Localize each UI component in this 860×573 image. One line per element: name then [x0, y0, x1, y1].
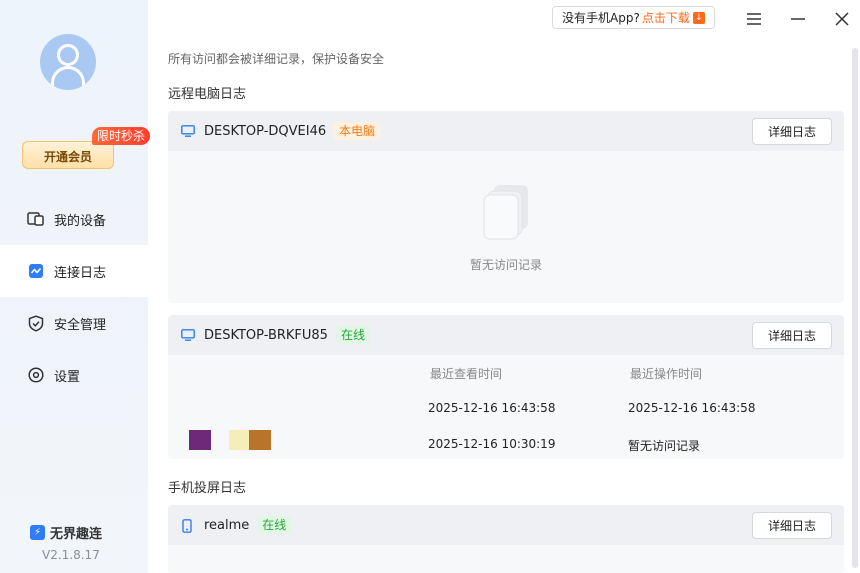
detail-log-button[interactable]: 详细日志 — [752, 118, 832, 145]
detail-log-button[interactable]: 详细日志 — [752, 322, 832, 349]
device-name: DESKTOP-BRKFU85 — [204, 327, 328, 343]
avatar[interactable] — [40, 34, 96, 90]
sidebar-nav: 我的设备 连接日志 安全管理 设置 — [0, 193, 148, 401]
sidebar-item-my-devices[interactable]: 我的设备 — [0, 193, 148, 245]
menu-icon[interactable] — [743, 8, 765, 30]
redacted-avatar-block — [189, 430, 211, 450]
download-arrow-icon: ↓ — [692, 11, 705, 24]
detail-log-button[interactable]: 详细日志 — [752, 512, 832, 539]
device-status-online: 在线 — [257, 516, 292, 534]
sidebar: 开通会员 限时秒杀 我的设备 连接日志 安全管理 设置 ⚡ 无界趣连 V2.1.… — [0, 0, 151, 573]
access-log-table: 最近查看时间 最近操作时间 2025-12-16 16:43:58 2025-1… — [168, 355, 844, 459]
app-window: 开通会员 限时秒杀 我的设备 连接日志 安全管理 设置 ⚡ 无界趣连 V2.1.… — [0, 0, 860, 573]
devices-icon — [27, 210, 45, 228]
phone-icon — [181, 519, 195, 533]
brand-logo-icon: ⚡ — [30, 525, 45, 540]
device-status-online: 在线 — [335, 326, 370, 344]
phone-section-title: 手机投屏日志 — [168, 481, 247, 496]
download-link[interactable]: 点击下载 — [642, 9, 690, 26]
sidebar-item-label: 我的设备 — [54, 213, 107, 229]
redacted-avatar-block — [229, 430, 251, 450]
sidebar-item-label: 连接日志 — [54, 265, 107, 281]
table-cell: 2025-12-16 10:30:19 — [428, 437, 556, 451]
scrollbar[interactable] — [852, 48, 858, 568]
empty-document-icon — [482, 183, 532, 241]
avatar-head-shape — [57, 44, 79, 66]
sidebar-item-label: 安全管理 — [54, 317, 107, 333]
minimize-icon[interactable] — [787, 8, 809, 30]
sidebar-item-connection-log[interactable]: 连接日志 — [0, 245, 148, 297]
device-card-header: DESKTOP-BRKFU85 在线 详细日志 — [168, 315, 844, 355]
device-name: realme — [204, 517, 250, 533]
column-header: 最近查看时间 — [430, 367, 503, 381]
table-cell: 暂无访问记录 — [628, 439, 701, 453]
device-card: DESKTOP-BRKFU85 在线 详细日志 最近查看时间 最近操作时间 20… — [168, 315, 844, 459]
empty-state-text: 暂无访问记录 — [469, 258, 542, 272]
log-icon — [27, 262, 45, 280]
brand: ⚡ 无界趣连 — [30, 523, 102, 542]
vip-button[interactable]: 开通会员 — [22, 141, 114, 169]
shield-icon — [27, 314, 45, 332]
monitor-icon — [181, 329, 195, 341]
flash-sale-badge: 限时秒杀 — [92, 127, 151, 145]
download-prompt: 没有手机App? — [562, 11, 640, 25]
device-card: realme 在线 详细日志 — [168, 505, 844, 573]
device-card-header: DESKTOP-DQVEI46 本电脑 详细日志 — [168, 111, 844, 151]
device-card: DESKTOP-DQVEI46 本电脑 详细日志 暂无访问记录 — [168, 111, 844, 303]
settings-icon — [27, 366, 45, 384]
sidebar-item-security[interactable]: 安全管理 — [0, 297, 148, 349]
table-cell: 2025-12-16 16:43:58 — [428, 401, 556, 415]
device-tag-this-pc: 本电脑 — [334, 122, 381, 140]
brand-name: 无界趣连 — [50, 527, 103, 542]
avatar-body-shape — [51, 66, 85, 90]
column-header: 最近操作时间 — [630, 367, 703, 381]
device-name: DESKTOP-DQVEI46 — [204, 123, 327, 139]
download-app-button[interactable]: 没有手机App? 点击下载 ↓ — [552, 6, 715, 29]
version-label: V2.1.8.17 — [42, 548, 100, 562]
table-cell: 2025-12-16 16:43:58 — [628, 401, 756, 415]
sidebar-item-label: 设置 — [54, 369, 81, 385]
page-subtitle: 所有访问都会被详细记录，保护设备安全 — [168, 52, 385, 66]
sidebar-item-settings[interactable]: 设置 — [0, 349, 148, 401]
device-card-header: realme 在线 详细日志 — [168, 505, 844, 545]
redacted-avatar-block — [249, 430, 271, 450]
close-icon[interactable] — [831, 8, 853, 30]
remote-section-title: 远程电脑日志 — [168, 87, 247, 102]
monitor-icon — [181, 125, 195, 137]
empty-state: 暂无访问记录 — [168, 151, 844, 303]
